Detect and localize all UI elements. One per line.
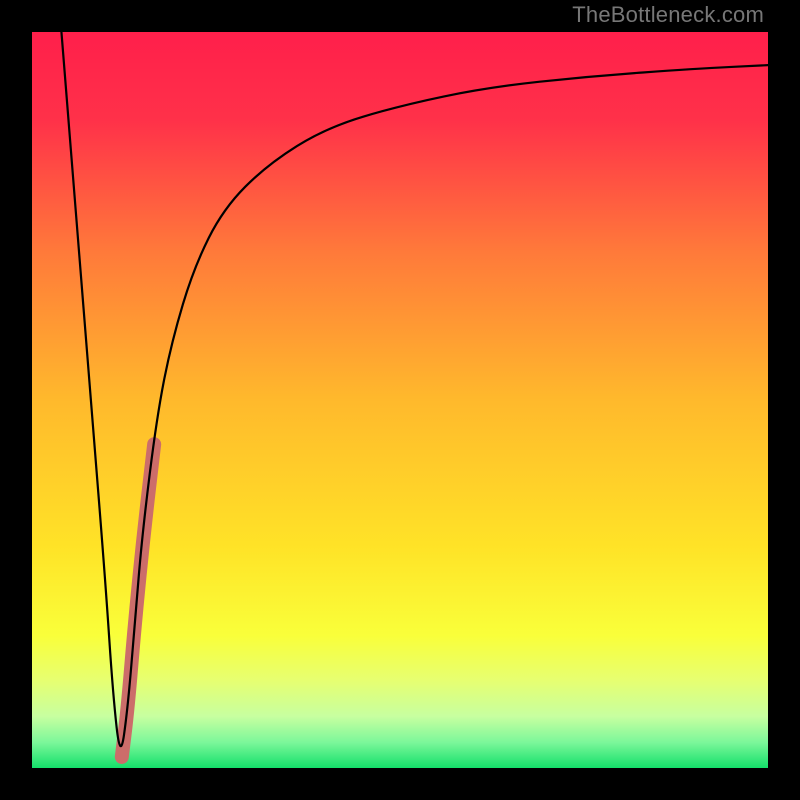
bottleneck-curve [61,32,768,746]
curve-layer [32,32,768,768]
watermark-text: TheBottleneck.com [572,2,764,28]
chart-frame: TheBottleneck.com [0,0,800,800]
plot-area [32,32,768,768]
